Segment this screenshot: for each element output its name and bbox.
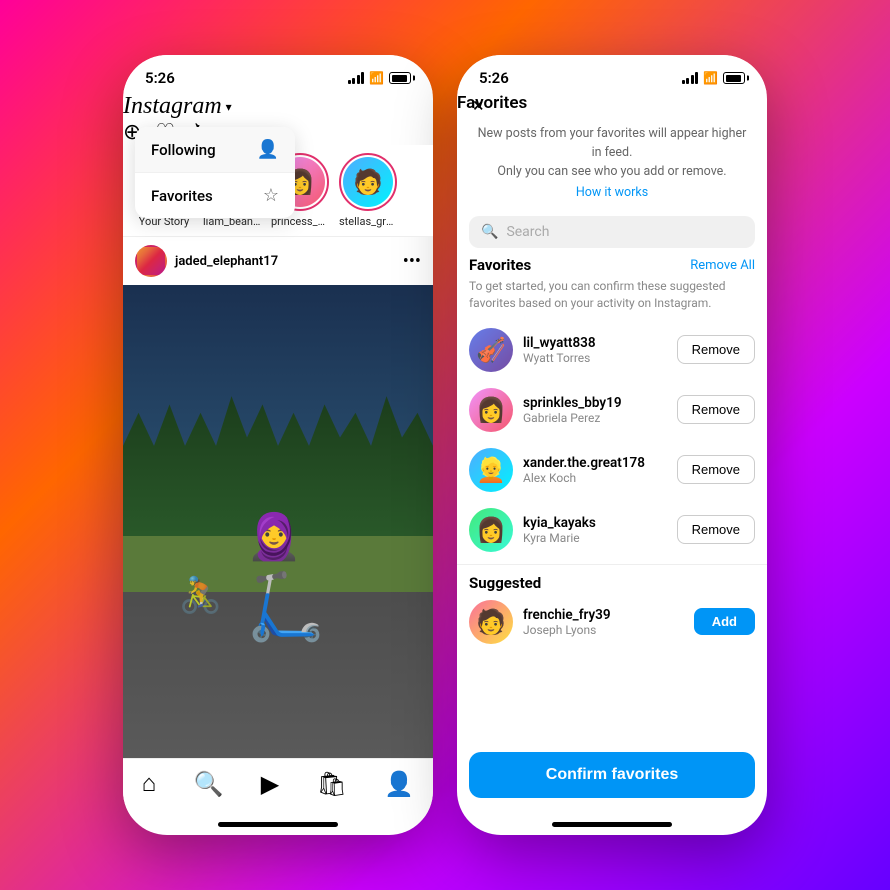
fav-user-row-2: 👱 xander.the.great178 Alex Koch Remove (457, 440, 767, 500)
favorites-title: Favorites (457, 93, 527, 113)
fav-remove-btn-3[interactable]: Remove (677, 515, 755, 544)
ig-logo-container[interactable]: Instagram ▾ (123, 93, 433, 120)
favorites-description: New posts from your favorites will appea… (473, 125, 751, 181)
fav-user-row-1: 👩 sprinkles_bby19 Gabriela Perez Remove (457, 380, 767, 440)
battery-icon (389, 72, 411, 84)
suggested-user-handle-0: frenchie_fry39 (523, 607, 684, 623)
confirm-favorites-button[interactable]: Confirm favorites (469, 752, 755, 798)
right-time: 5:26 (479, 69, 509, 87)
section-divider (457, 564, 767, 565)
nav-shop-icon[interactable]: 🛍 (317, 770, 347, 798)
fav-user-row-0: 🎻 lil_wyatt838 Wyatt Torres Remove (457, 320, 767, 380)
favorites-section-header: Favorites Remove All (469, 256, 755, 274)
suggested-section: Suggested (457, 569, 767, 592)
fav-remove-btn-2[interactable]: Remove (677, 455, 755, 484)
nav-reels-icon[interactable]: ▶ (261, 770, 279, 798)
phones-container: 5:26 📶 Instagram ▾ ⊕ (123, 55, 767, 835)
search-icon: 🔍 (481, 224, 498, 240)
suggested-user-avatar-0: 🧑 (469, 600, 513, 644)
right-status-bar: 5:26 📶 (457, 55, 767, 93)
fav-user-handle-1: sprinkles_bby19 (523, 395, 667, 411)
fav-user-info-2: xander.the.great178 Alex Koch (523, 455, 667, 485)
nav-search-icon[interactable]: 🔍 (194, 770, 224, 798)
ig-logo: Instagram (123, 93, 222, 120)
right-battery-icon (723, 72, 745, 84)
fav-user-name-1: Gabriela Perez (523, 411, 667, 425)
dropdown-menu: Following 👤 Favorites ☆ (135, 127, 295, 218)
post-more-icon[interactable]: ••• (403, 251, 421, 272)
right-status-icons: 📶 (682, 71, 745, 85)
fav-user-handle-2: xander.the.great178 (523, 455, 667, 471)
fav-user-name-2: Alex Koch (523, 471, 667, 485)
story-name-3: stellas_gr0... (339, 215, 397, 228)
scooter-person: 🛴 (246, 575, 327, 640)
fav-user-avatar-2: 👱 (469, 448, 513, 492)
favorites-section-title: Favorites (469, 256, 531, 274)
wifi-icon: 📶 (369, 71, 384, 85)
close-button[interactable]: × (473, 93, 484, 117)
fav-user-info-1: sprinkles_bby19 Gabriela Perez (523, 395, 667, 425)
fav-user-name-0: Wyatt Torres (523, 351, 667, 365)
fav-user-avatar-3: 👩 (469, 508, 513, 552)
left-status-bar: 5:26 📶 (123, 55, 433, 93)
fav-user-info-0: lil_wyatt838 Wyatt Torres (523, 335, 667, 365)
suggested-user-row-0: 🧑 frenchie_fry39 Joseph Lyons Add (457, 592, 767, 652)
favorites-section: Favorites Remove All To get started, you… (457, 256, 767, 320)
star-icon: ☆ (263, 185, 279, 206)
signal-icon (348, 72, 365, 84)
fav-remove-btn-0[interactable]: Remove (677, 335, 755, 364)
favorites-header: × Favorites (457, 93, 767, 113)
search-placeholder: Search (506, 224, 549, 240)
post-header: jaded_elephant17 ••• (123, 237, 433, 285)
fav-user-name-3: Kyra Marie (523, 531, 667, 545)
post-username: jaded_elephant17 (175, 254, 278, 269)
left-status-icons: 📶 (348, 71, 411, 85)
left-time: 5:26 (145, 69, 175, 87)
dropdown-following[interactable]: Following 👤 (135, 127, 295, 173)
suggested-title: Suggested (469, 574, 541, 592)
left-home-indicator (218, 822, 338, 827)
bottom-nav: ⌂ 🔍 ▶ 🛍 👤 (123, 758, 433, 818)
post-image: 🛴 🧕 🚴 (123, 285, 433, 758)
story-item-3[interactable]: 🧑 stellas_gr0... (339, 153, 397, 228)
fav-user-handle-0: lil_wyatt838 (523, 335, 667, 351)
main-person: 🧕 (246, 514, 302, 559)
fav-user-avatar-0: 🎻 (469, 328, 513, 372)
favorites-info: New posts from your favorites will appea… (457, 113, 767, 208)
fav-user-handle-3: kyia_kayaks (523, 515, 667, 531)
fav-user-avatar-1: 👩 (469, 388, 513, 432)
suggested-user-info-0: frenchie_fry39 Joseph Lyons (523, 607, 684, 637)
dropdown-following-label: Following (151, 141, 216, 159)
person-add-icon: 👤 (257, 139, 279, 160)
dropdown-favorites[interactable]: Favorites ☆ (135, 173, 295, 218)
nav-home-icon[interactable]: ⌂ (142, 769, 157, 798)
cyclist: 🚴 (179, 575, 223, 616)
scene: 🛴 🧕 🚴 (123, 285, 433, 758)
right-phone: 5:26 📶 × Favorites New post (457, 55, 767, 835)
suggested-add-btn-0[interactable]: Add (694, 608, 755, 635)
dropdown-favorites-label: Favorites (151, 187, 213, 205)
fav-user-info-3: kyia_kayaks Kyra Marie (523, 515, 667, 545)
favorites-section-desc: To get started, you can confirm these su… (469, 278, 755, 312)
search-box[interactable]: 🔍 Search (469, 216, 755, 248)
right-home-indicator (552, 822, 672, 827)
post-user[interactable]: jaded_elephant17 (135, 245, 278, 277)
left-phone: 5:26 📶 Instagram ▾ ⊕ (123, 55, 433, 835)
confirm-btn-container: Confirm favorites (457, 742, 767, 818)
fav-remove-btn-1[interactable]: Remove (677, 395, 755, 424)
right-wifi-icon: 📶 (703, 71, 718, 85)
suggested-user-name-0: Joseph Lyons (523, 623, 684, 637)
remove-all-button[interactable]: Remove All (690, 258, 755, 273)
post-avatar (135, 245, 167, 277)
nav-profile-icon[interactable]: 👤 (384, 770, 414, 798)
how-it-works-link[interactable]: How it works (576, 185, 648, 200)
fav-user-row-3: 👩 kyia_kayaks Kyra Marie Remove (457, 500, 767, 560)
search-container: 🔍 Search (457, 208, 767, 256)
ig-logo-arrow: ▾ (226, 100, 232, 114)
right-signal-icon (682, 72, 699, 84)
